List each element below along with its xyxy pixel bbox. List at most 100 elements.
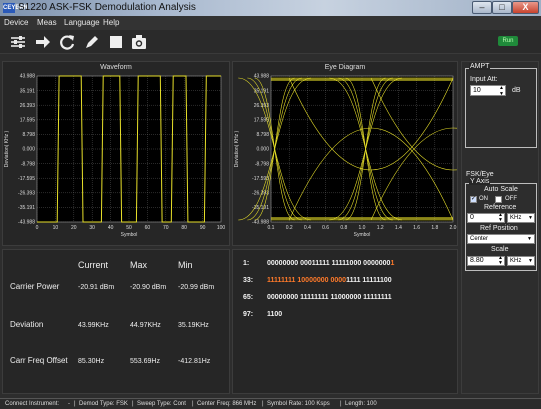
spin-arrows-icon[interactable]: ▲ ▼ xyxy=(498,213,503,223)
x-tick-label: 1.2 xyxy=(377,225,384,231)
x-tick-label: 50 xyxy=(126,225,132,231)
y-tick-label: 43.988 xyxy=(20,74,36,80)
status-sep: | xyxy=(132,401,134,407)
menu-bar: Device Meas Language Help xyxy=(0,16,541,30)
chevron-down-icon: ▼ xyxy=(527,236,532,242)
scale-label: Scale xyxy=(491,246,509,253)
deviation-current: 43.99KHz xyxy=(78,322,109,329)
auto-scale-off-checkbox[interactable] xyxy=(495,196,502,203)
status-sep: | xyxy=(192,401,194,407)
ref-position-select[interactable]: Center ▼ xyxy=(467,234,535,244)
menu-device[interactable]: Device xyxy=(4,18,28,27)
reference-unit-value: KHz xyxy=(510,215,522,221)
bits-row-index: 97: xyxy=(243,311,254,318)
carrier-power-min: -20.99 dBm xyxy=(178,284,215,291)
menu-help[interactable]: Help xyxy=(103,18,119,27)
input-att-label: Input Att: xyxy=(470,76,498,83)
off-label: OFF xyxy=(505,196,517,202)
x-tick-label: 10 xyxy=(53,225,59,231)
on-label: ON xyxy=(479,196,488,202)
chevron-down-icon: ▼ xyxy=(528,258,533,264)
y-axis-label: Deviation( KHz ) xyxy=(234,130,240,167)
x-tick-label: 0.1 xyxy=(268,225,275,231)
ref-position-value: Center xyxy=(470,236,489,242)
x-tick-label: 2.0 xyxy=(450,225,457,231)
bits-row-1: 00000000 00011111 11111000 00000001 xyxy=(267,260,394,267)
chevron-down-icon: ▼ xyxy=(528,215,533,221)
y-tick-label: 8.798 xyxy=(256,132,269,138)
sliders-icon[interactable] xyxy=(9,33,27,51)
ampt-group-label: AMPT xyxy=(469,63,491,70)
pen-icon[interactable] xyxy=(83,33,101,51)
close-button[interactable]: X xyxy=(512,1,539,14)
status-demod-type: Demod Type: FSK xyxy=(79,401,128,407)
scale-unit-select[interactable]: KHz ▼ xyxy=(507,256,535,266)
carrier-power-max: -20.90 dBm xyxy=(130,284,167,291)
scale-spinbox[interactable]: 8.80 ▲ ▼ xyxy=(467,256,505,266)
title-bar[interactable]: CEYEAR S1220 ASK-FSK Demodulation Analys… xyxy=(0,0,541,16)
row-label-deviation: Deviation xyxy=(10,320,44,329)
bits-white: 1111 11111100 xyxy=(346,277,392,284)
y-tick-label: 35.191 xyxy=(20,88,36,94)
x-tick-label: 70 xyxy=(163,225,169,231)
application-window: CEYEAR S1220 ASK-FSK Demodulation Analys… xyxy=(0,0,541,409)
x-tick-label: 0.4 xyxy=(304,225,311,231)
reference-unit-select[interactable]: KHz ▼ xyxy=(507,213,535,223)
status-sweep-type: Sweep Type: Cont xyxy=(137,401,186,407)
status-sep: | xyxy=(262,401,264,407)
x-tick-label: 1.6 xyxy=(413,225,420,231)
minimize-button[interactable]: – xyxy=(472,1,492,14)
maximize-button[interactable]: □ xyxy=(492,1,512,14)
row-label-carr-freq-offset: Carr Freq Offset xyxy=(10,356,68,365)
y-axis-group-label: Y Axis xyxy=(469,178,491,185)
scale-value: 8.80 xyxy=(470,257,484,264)
eye-diagram-panel: Eye Diagram 43.988 35.191 26.393 17.595 8.79… xyxy=(232,61,458,246)
x-tick-label: 100 xyxy=(217,225,226,231)
carrier-power-current: -20.91 dBm xyxy=(78,284,115,291)
app-logo-icon: CEYEAR xyxy=(3,3,29,13)
camera-icon[interactable] xyxy=(130,33,148,51)
deviation-min: 35.19KHz xyxy=(178,322,209,329)
bits-row-65: 00000000 11111111 11000000 11111111 xyxy=(267,294,392,301)
bits-panel: 1: 00000000 00011111 11111000 00000001 3… xyxy=(232,249,458,394)
y-tick-label: 17.595 xyxy=(20,118,36,124)
spin-arrows-icon[interactable]: ▲ ▼ xyxy=(498,256,503,266)
input-att-value: 10 xyxy=(473,87,481,94)
auto-scale-label: Auto Scale xyxy=(484,186,518,193)
waveform-chart[interactable]: 43.988 35.191 26.393 17.595 8.798 0.000 -8.798… xyxy=(3,62,229,245)
menu-meas[interactable]: Meas xyxy=(37,18,57,27)
status-center-freq: Center Freq: 866 MHz xyxy=(197,401,257,407)
carr-freq-offset-current: 85.30Hz xyxy=(78,358,105,365)
stop-icon[interactable] xyxy=(107,33,125,51)
bits-row-index: 1: xyxy=(243,260,250,267)
y-tick-label: 8.798 xyxy=(22,132,35,138)
spin-arrows-icon[interactable]: ▲ ▼ xyxy=(499,85,504,97)
carr-freq-offset-max: 553.69Hz xyxy=(130,358,160,365)
status-connect-value: - xyxy=(68,401,70,407)
deviation-max: 44.97KHz xyxy=(130,322,161,329)
menu-language[interactable]: Language xyxy=(64,18,100,27)
x-tick-label: 40 xyxy=(108,225,114,231)
header-current: Current xyxy=(78,260,109,270)
waveform-panel: Waveform 43.988 35.191 26.393 17.595 8.798 0.… xyxy=(2,61,230,246)
results-panel: Current Max Min Carrier Power -20.91 dBm… xyxy=(2,249,230,394)
status-symbol-rate: Symbol Rate: 100 Ksps xyxy=(267,401,330,407)
arrow-right-icon[interactable] xyxy=(34,33,52,51)
auto-scale-on-checkbox[interactable]: ✓ xyxy=(470,196,477,203)
y-tick-label: -8.798 xyxy=(21,161,35,167)
refresh-icon[interactable] xyxy=(58,33,76,51)
reference-label: Reference xyxy=(484,204,517,211)
settings-sidebar: AMPT Input Att: 10 ▲ ▼ dB FSK/Eye Y Axis … xyxy=(461,61,539,394)
y-tick-label: 0.000 xyxy=(22,147,35,153)
status-length: Length: 100 xyxy=(345,401,377,407)
bits-row-index: 33: xyxy=(243,277,254,284)
reference-spinbox[interactable]: 0 ▲ ▼ xyxy=(467,213,505,223)
input-att-spinbox[interactable]: 10 ▲ ▼ xyxy=(470,85,506,97)
y-tick-label: -26.393 xyxy=(18,191,35,197)
status-sep: | xyxy=(340,401,342,407)
y-tick-label: 43.988 xyxy=(254,74,270,80)
x-tick-label: 0.2 xyxy=(286,225,293,231)
x-tick-label: 0.8 xyxy=(340,225,347,231)
bits-highlight: 1 xyxy=(390,260,395,267)
eye-diagram-chart[interactable]: 43.98835.19126.39317.5958.7980.000-8.798… xyxy=(233,62,457,245)
